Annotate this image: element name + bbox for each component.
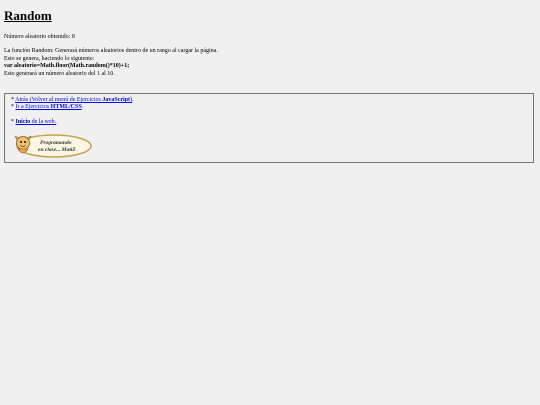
description-line-2: Esto se genera, haciendo lo siguiente:: [4, 56, 95, 62]
back-to-js-exercises-link[interactable]: Atrás (Volver al menú de Ejercicios Java…: [15, 97, 132, 103]
badge-line-2: en clase... MatiZ: [38, 147, 76, 153]
navigation-box: * Atrás (Volver al menú de Ejercicios Ja…: [4, 93, 534, 163]
nav-item-home: * Inicio de la web.: [11, 119, 56, 126]
exercises-link-text: Ir a Ejercicios: [15, 104, 51, 110]
exercises-tail: .: [81, 104, 84, 110]
back-link-bold: JavaScript: [102, 97, 131, 103]
result-line: Número aleatorio obtenido: 8: [4, 34, 75, 41]
back-tail: .: [132, 97, 134, 103]
description-line-1: La función Random: Generará números alea…: [4, 48, 218, 54]
exercises-link-bold: HTML/CSS: [50, 104, 82, 110]
nav-item-exercises: * Ir a Ejercicios HTML/CSS.: [11, 104, 83, 111]
badge-graphic: Programando en clase... MatiZ: [14, 134, 92, 158]
home-link-bold: Inicio: [15, 119, 31, 125]
html-css-exercises-link[interactable]: Ir a Ejercicios HTML/CSS: [16, 104, 82, 110]
bullet: *: [11, 104, 14, 110]
home-link-tail: de la web.: [30, 119, 57, 125]
code-snippet: var aleatorio=Math.floor(Math.random()*1…: [4, 63, 130, 69]
back-link-text: Atrás (Volver al menú de Ejercicios: [15, 97, 103, 103]
description-line-4: Esto generará un número aleatorio del 1 …: [4, 71, 115, 77]
home-link[interactable]: Inicio de la web.: [16, 119, 57, 125]
programando-badge[interactable]: Programando en clase... MatiZ: [10, 133, 92, 159]
nav-item-back: * Atrás (Volver al menú de Ejercicios Ja…: [11, 97, 134, 104]
page: Random Número aleatorio obtenido: 8 La f…: [0, 0, 540, 405]
bullet: *: [11, 97, 14, 103]
badge-line-1: Programando: [40, 140, 72, 146]
bullet: *: [11, 119, 14, 125]
page-title: Random: [4, 8, 52, 23]
result-value: 8: [71, 34, 75, 40]
result-label: Número aleatorio obtenido:: [4, 34, 71, 40]
